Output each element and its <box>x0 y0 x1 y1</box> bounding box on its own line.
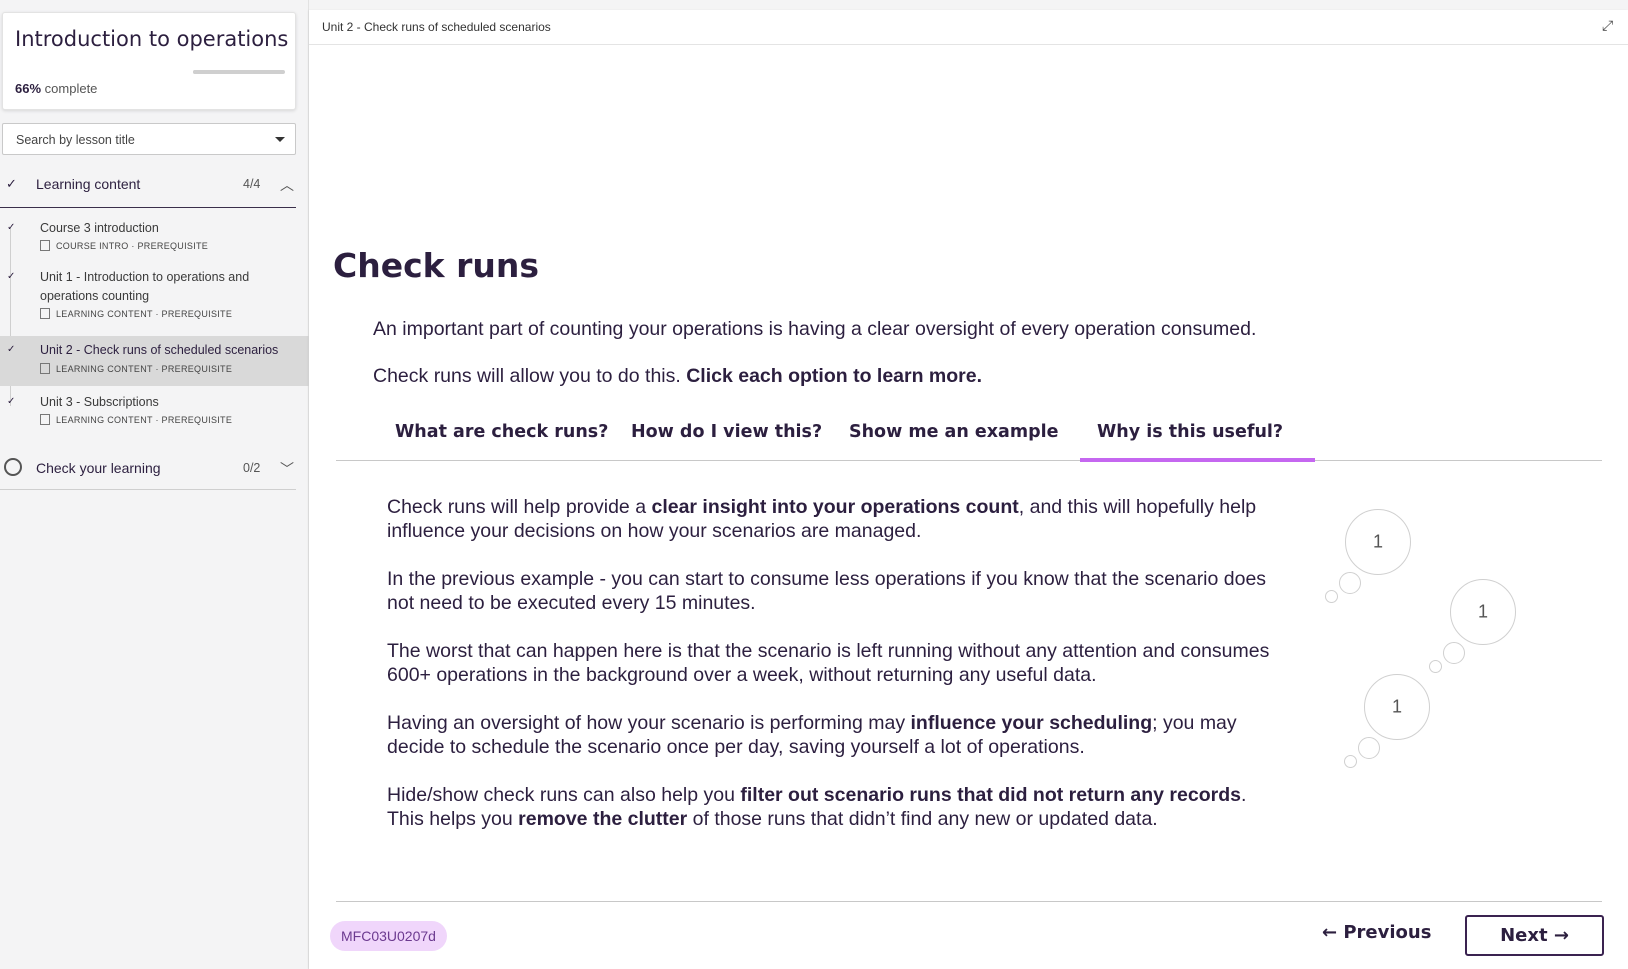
lesson-meta-text: COURSE INTRO · PREREQUISITE <box>56 241 209 251</box>
bubble: 1 <box>1450 579 1516 645</box>
course-progress-card: Introduction to operations 66% complete <box>2 12 296 110</box>
bubble-number: 1 <box>1372 531 1383 552</box>
lesson-meta-text: LEARNING CONTENT · PREREQUISITE <box>56 309 233 319</box>
lesson-search-dropdown[interactable]: Search by lesson title <box>2 123 296 155</box>
incomplete-circle-icon <box>4 458 22 476</box>
section-label: Check your learning <box>36 460 161 476</box>
text: Hide/show check runs can also help you <box>387 784 741 806</box>
progress-percent: 66% <box>15 81 42 96</box>
lesson-search-placeholder: Search by lesson title <box>16 133 135 147</box>
intro-text: An important part of counting your opera… <box>373 318 1257 340</box>
bubble-small <box>1443 642 1465 664</box>
section-count: 0/2 <box>243 461 261 475</box>
tab-why-is-this-useful[interactable]: Why is this useful? <box>1097 422 1283 442</box>
text-bold: clear insight into your operations count <box>651 496 1019 518</box>
text-bold: filter out scenario runs that did not re… <box>740 784 1241 806</box>
breadcrumb-text: Unit 2 - Check runs of scheduled scenari… <box>322 20 551 34</box>
lesson-content-panel: Unit 2 - Check runs of scheduled scenari… <box>309 10 1628 969</box>
lesson-meta: LEARNING CONTENT · PREREQUISITE <box>40 414 232 425</box>
lesson-title: Unit 1 - Introduction to operations and … <box>40 270 250 303</box>
text: Having an oversight of how your scenario… <box>387 712 911 734</box>
chevron-up-icon[interactable]: ︿ <box>280 175 294 195</box>
lesson-code-badge: MFC03U0207d <box>330 921 447 951</box>
breadcrumb: Unit 2 - Check runs of scheduled scenari… <box>309 10 1628 45</box>
document-icon <box>40 240 50 251</box>
lesson-meta: LEARNING CONTENT · PREREQUISITE <box>40 308 232 319</box>
text: Check runs will help provide a <box>387 496 652 518</box>
caret-down-icon <box>275 137 285 142</box>
bubble-small <box>1429 660 1442 673</box>
active-tab-indicator <box>1080 458 1315 462</box>
lesson-item-unit-1[interactable]: ✓ Unit 1 - Introduction to operations an… <box>0 265 309 327</box>
chevron-down-icon[interactable]: ﹀ <box>280 459 294 479</box>
bubble-small <box>1339 572 1361 594</box>
lesson-title: Unit 2 - Check runs of scheduled scenari… <box>40 343 279 357</box>
document-icon <box>40 414 50 425</box>
bubble-small <box>1344 755 1357 768</box>
tab-show-me-an-example[interactable]: Show me an example <box>849 422 1059 442</box>
lesson-meta-text: LEARNING CONTENT · PREREQUISITE <box>56 364 233 374</box>
course-title: Introduction to operations <box>15 27 289 51</box>
intro-instruction-plain: Check runs will allow you to do this. <box>373 365 687 387</box>
lesson-meta-text: LEARNING CONTENT · PREREQUISITE <box>56 415 233 425</box>
bubble: 1 <box>1364 674 1430 740</box>
check-icon: ✓ <box>7 222 16 233</box>
tab-bar: What are check runs? How do I view this?… <box>336 410 1602 462</box>
bubble-number: 1 <box>1391 696 1402 717</box>
lesson-item-unit-2[interactable]: ✓ Unit 2 - Check runs of scheduled scena… <box>0 336 309 386</box>
footer-divider <box>336 901 1602 902</box>
tab-how-do-i-view-this[interactable]: How do I view this? <box>631 422 822 442</box>
progress-bar-fill <box>193 70 254 74</box>
intro-instruction: Check runs will allow you to do this. Cl… <box>373 365 982 388</box>
progress-bar <box>193 70 285 74</box>
text-bold: influence your scheduling <box>910 712 1153 734</box>
text: of those runs that didn’t find any new o… <box>687 808 1158 830</box>
tab-panel: Check runs will help provide a clear ins… <box>387 495 1287 855</box>
page-title: Check runs <box>333 246 539 285</box>
bubble: 1 <box>1345 509 1411 575</box>
tab-what-are-check-runs[interactable]: What are check runs? <box>395 422 608 442</box>
paragraph: Hide/show check runs can also help you f… <box>387 783 1287 831</box>
section-learning-content[interactable]: ✓ Learning content 4/4 ︿ <box>0 169 296 208</box>
check-icon: ✓ <box>7 271 16 282</box>
text-bold: remove the clutter <box>518 808 688 830</box>
intro-instruction-bold: Click each option to learn more. <box>686 365 983 387</box>
lesson-item-unit-3[interactable]: ✓ Unit 3 - Subscriptions LEARNING CONTEN… <box>0 392 309 436</box>
progress-suffix: complete <box>44 81 98 96</box>
section-check-your-learning[interactable]: Check your learning 0/2 ﹀ <box>0 453 296 490</box>
lesson-title: Course 3 introduction <box>40 221 159 235</box>
lesson-meta: LEARNING CONTENT · PREREQUISITE <box>40 363 232 374</box>
bubble-number: 1 <box>1477 601 1488 622</box>
paragraph: Having an oversight of how your scenario… <box>387 711 1287 759</box>
document-icon <box>40 308 50 319</box>
section-label: Learning content <box>36 176 141 192</box>
section-count: 4/4 <box>243 177 261 191</box>
paragraph: Check runs will help provide a clear ins… <box>387 495 1287 543</box>
bubble-small <box>1358 737 1380 759</box>
check-icon: ✓ <box>7 344 16 355</box>
check-icon: ✓ <box>7 396 16 407</box>
previous-button[interactable]: ← Previous <box>1322 922 1431 943</box>
bubble-small <box>1325 590 1338 603</box>
paragraph: The worst that can happen here is that t… <box>387 640 1270 686</box>
document-icon <box>40 363 50 374</box>
expand-icon[interactable]: ⤢ <box>1602 17 1618 33</box>
next-button[interactable]: Next → <box>1465 915 1604 956</box>
check-icon: ✓ <box>6 176 17 191</box>
course-sidebar: Introduction to operations 66% complete … <box>0 0 309 969</box>
lesson-item-course-3-introduction[interactable]: ✓ Course 3 introduction COURSE INTRO · P… <box>0 216 309 260</box>
lesson-meta: COURSE INTRO · PREREQUISITE <box>40 240 208 251</box>
paragraph: In the previous example - you can start … <box>387 568 1267 614</box>
lesson-title: Unit 3 - Subscriptions <box>40 395 159 409</box>
progress-text: 66% complete <box>15 81 97 96</box>
